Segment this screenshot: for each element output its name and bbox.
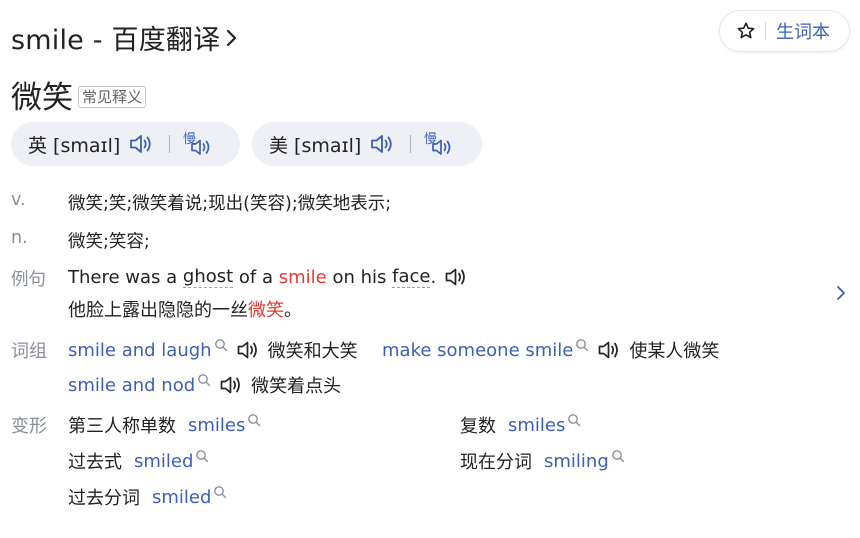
search-icon[interactable] <box>214 338 228 352</box>
pos-label-verb: v. <box>11 190 26 210</box>
word-form-link[interactable]: smiled <box>152 487 211 508</box>
speaker-icon[interactable] <box>236 339 260 361</box>
example-text: 他脸上露出隐隐的一丝 <box>68 300 248 321</box>
example-highlight-word: 微笑 <box>248 300 284 321</box>
word-form-label: 过去式 <box>68 452 122 473</box>
search-icon[interactable] <box>567 413 581 427</box>
pronunciation-us-text: 美 [smaɪl] <box>269 134 362 157</box>
example-text: There was a <box>68 266 183 288</box>
star-icon <box>737 22 755 39</box>
word-form-link[interactable]: smiles <box>508 415 565 436</box>
word-form-label: 复数 <box>460 416 496 437</box>
speaker-icon[interactable] <box>219 374 243 396</box>
pos-label-noun: n. <box>11 228 28 248</box>
slow-speaker-icon[interactable]: 慢 <box>183 129 215 159</box>
word-form-item: 现在分词 smiling <box>460 448 625 474</box>
word-form-item: 第三人称单数 smiles <box>68 412 261 438</box>
phrase-translation: 微笑和大笑 <box>267 341 358 362</box>
phrase-link[interactable]: smile and laugh <box>68 340 212 361</box>
word-form-label: 第三人称单数 <box>68 416 176 437</box>
word-form-link[interactable]: smiles <box>188 415 245 436</box>
phrase-translation: 微笑着点头 <box>251 376 342 397</box>
word-form-item: 过去分词 smiled <box>68 484 227 510</box>
example-highlight-word: smile <box>278 266 327 288</box>
search-icon[interactable] <box>575 338 589 352</box>
word-form-item: 复数 smiles <box>460 412 581 438</box>
search-icon[interactable] <box>213 485 227 499</box>
page-title[interactable]: smile - 百度翻译 <box>11 18 220 57</box>
word-form-link[interactable]: smiled <box>134 451 193 472</box>
pronunciation-us[interactable]: 美 [smaɪl] 慢 <box>252 122 482 166</box>
example-sentence-zh: 他脸上露出隐隐的一丝微笑。 <box>68 296 302 322</box>
definition-verb: 微笑;笑;微笑着说;现出(笑容);微笑地表示; <box>68 194 392 214</box>
vocabulary-book-label[interactable]: 生词本 <box>776 18 830 44</box>
search-icon[interactable] <box>195 449 209 463</box>
example-word-face[interactable]: face <box>392 266 431 288</box>
divider <box>169 135 171 153</box>
divider <box>765 22 766 40</box>
word-form-link[interactable]: smiling <box>544 451 609 472</box>
speaker-icon[interactable] <box>597 339 621 361</box>
example-word-ghost[interactable]: ghost <box>182 266 234 288</box>
headword-row: 微笑 常见释义 <box>11 72 147 117</box>
word-form-item: 过去式 smiled <box>68 448 209 474</box>
pronunciation-uk[interactable]: 英 [smaɪl] 慢 <box>11 122 240 166</box>
speaker-icon[interactable] <box>128 132 154 156</box>
search-icon[interactable] <box>247 413 261 427</box>
vocabulary-book-button[interactable]: 生词本 <box>719 10 850 52</box>
search-icon[interactable] <box>611 449 625 463</box>
phrases-label: 词组 <box>11 341 47 362</box>
phrase-item: make someone smile 使某人微笑 <box>382 337 719 363</box>
page-title-row[interactable]: smile - 百度翻译 <box>11 18 240 57</box>
word-form-label: 现在分词 <box>460 452 532 473</box>
forms-label: 变形 <box>11 416 47 437</box>
pronunciation-uk-text: 英 [smaɪl] <box>28 134 121 157</box>
definition-noun: 微笑;笑容; <box>68 232 150 252</box>
speaker-icon[interactable] <box>444 266 468 288</box>
word-form-label: 过去分词 <box>68 488 140 509</box>
search-icon[interactable] <box>197 373 211 387</box>
slow-speaker-icon[interactable]: 慢 <box>424 129 456 159</box>
example-label: 例句 <box>11 270 46 290</box>
divider <box>410 135 412 153</box>
phrase-translation: 使某人微笑 <box>629 341 720 362</box>
example-text: . <box>430 266 437 288</box>
common-meaning-tag: 常见释义 <box>78 85 147 108</box>
example-text: on his <box>326 266 393 288</box>
phrase-link[interactable]: smile and nod <box>68 375 195 396</box>
example-text: 。 <box>284 300 302 321</box>
speaker-icon[interactable] <box>369 132 395 156</box>
example-text: of a <box>233 266 279 288</box>
phrase-item: smile and nod 微笑着点头 <box>68 372 341 398</box>
phrase-item: smile and laugh 微笑和大笑 <box>68 337 358 363</box>
phrase-link[interactable]: make someone smile <box>382 340 573 361</box>
headword: 微笑 <box>11 80 73 116</box>
chevron-right-icon[interactable] <box>224 27 240 49</box>
chevron-right-icon[interactable] <box>834 283 848 303</box>
example-sentence-en: There was a ghost of a smile on his face… <box>68 266 468 288</box>
